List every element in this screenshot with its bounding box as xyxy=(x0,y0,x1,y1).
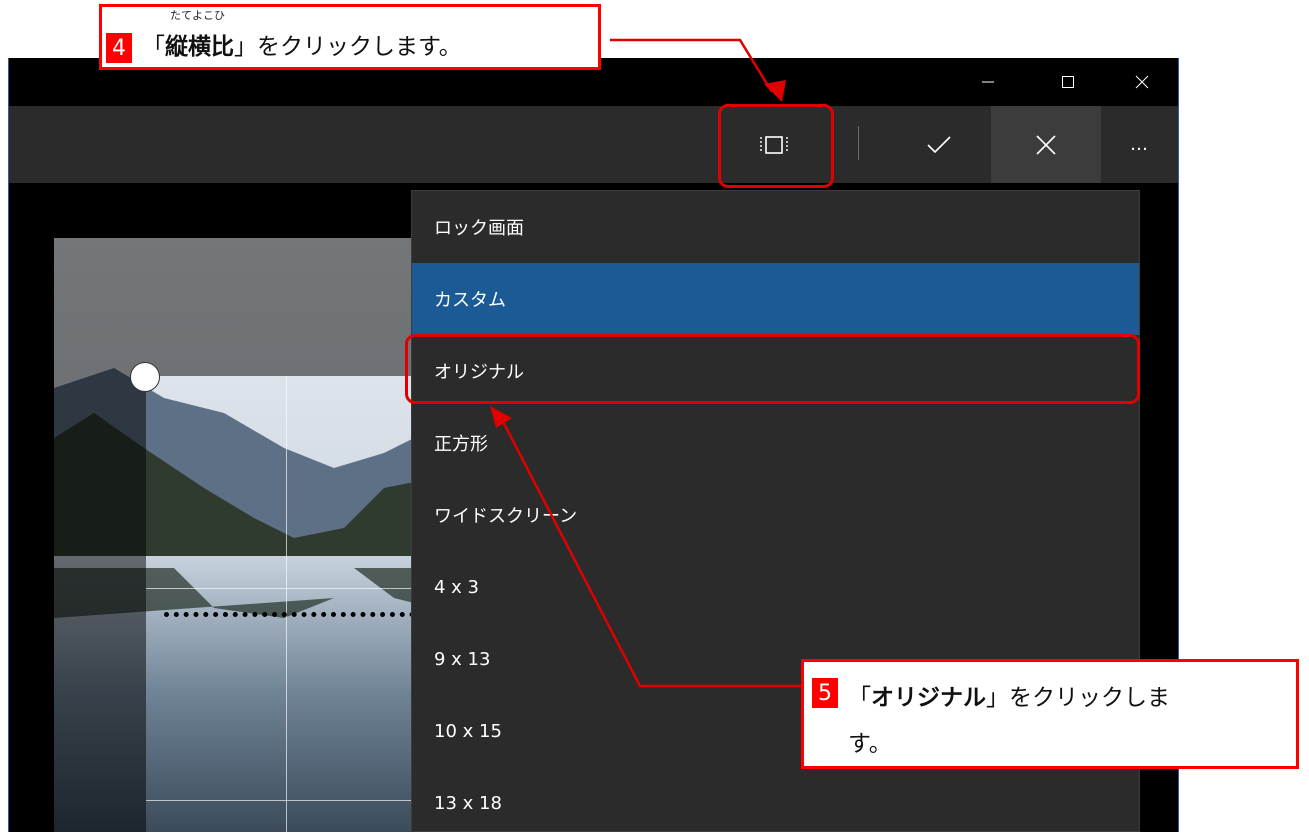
arrow-head xyxy=(490,406,512,428)
step4-text: 「縦横比」をクリックします。 xyxy=(142,34,462,60)
step-number: 4 xyxy=(106,33,132,63)
furigana: たてよこひ xyxy=(170,9,225,22)
arrow-line xyxy=(610,38,774,93)
step5-text-line2: す。 xyxy=(848,731,892,757)
arrow-line xyxy=(496,411,805,688)
step4-callout: 4 たてよこひ 「縦横比」をクリックします。 xyxy=(99,4,601,70)
step5-text-line1: 「オリジナル」をクリックしま xyxy=(848,685,1170,711)
step5-callout: 5 「オリジナル」をクリックしま す。 xyxy=(801,659,1299,769)
step-number: 5 xyxy=(812,678,838,708)
